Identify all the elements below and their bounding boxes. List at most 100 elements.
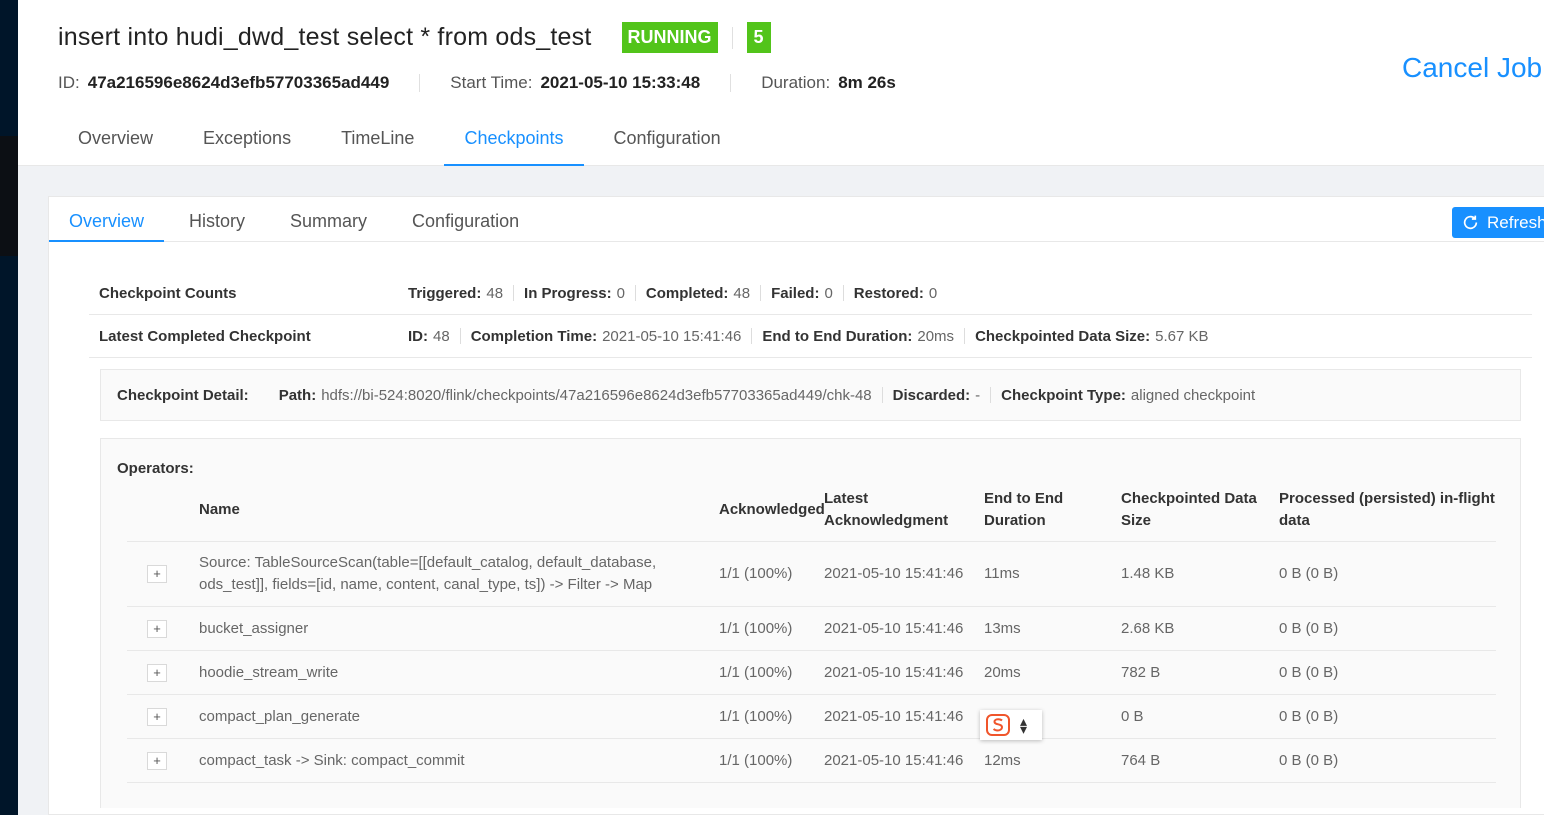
latest-checkpoint-row: Latest Completed Checkpoint ID: 48 Comple…	[89, 315, 1532, 358]
latest-checkpoint-label: Latest Completed Checkpoint	[99, 327, 311, 345]
operator-size: 764 B	[1121, 751, 1161, 769]
operator-latest-ack: 2021-05-10 15:41:46	[824, 619, 964, 637]
start-time: 2021-05-10 15:33:48	[540, 73, 701, 92]
kv-divider	[513, 285, 515, 301]
header-name: Name	[199, 501, 240, 518]
tab-timeline[interactable]: TimeLine	[321, 118, 434, 166]
left-sidebar	[0, 0, 18, 815]
path-label: Path:	[278, 386, 317, 404]
operators-table: Name Acknowledged Latest Acknowledgment …	[127, 479, 1496, 783]
operator-size: 2.68 KB	[1121, 619, 1175, 637]
job-tabs: Overview Exceptions TimeLine Checkpoints…	[58, 118, 751, 166]
kv-divider	[964, 328, 966, 344]
table-row: + Source: TableSourceScan(table=[[defaul…	[127, 542, 1496, 607]
operator-inflight: 0 B (0 B)	[1279, 663, 1339, 681]
job-header: insert into hudi_dwd_test select * from …	[18, 0, 1544, 166]
subtab-configuration[interactable]: Configuration	[392, 197, 539, 242]
expand-button[interactable]: +	[147, 707, 167, 726]
header-latest-ack: Latest Acknowledgment	[824, 490, 949, 529]
operator-inflight: 0 B (0 B)	[1279, 565, 1339, 582]
table-row: + compact_task -> Sink: compact_commit 1…	[127, 739, 1496, 783]
latest-id-label: ID:	[408, 327, 428, 345]
operator-size: 782 B	[1121, 663, 1161, 681]
latest-checkpoint-values: ID: 48 Completion Time: 2021-05-10 15:41:4…	[408, 328, 1208, 345]
operator-e2e: 13ms	[984, 619, 1021, 637]
job-title: insert into hudi_dwd_test select * from …	[58, 23, 592, 51]
completed-value: 48	[733, 284, 751, 302]
checkpoint-subtabs: Overview History Summary Configuration	[49, 197, 1544, 242]
kv-divider	[459, 328, 461, 344]
table-row: + bucket_assigner 1/1 (100%) 2021-05-10 …	[127, 607, 1496, 651]
table-row: + compact_plan_generate 1/1 (100%) 2021-…	[127, 695, 1496, 739]
table-row: + hoodie_stream_write 1/1 (100%) 2021-05…	[127, 651, 1496, 695]
header-inflight: Processed (persisted) in-flight data	[1279, 490, 1495, 529]
operator-ack: 1/1 (100%)	[719, 619, 793, 637]
operator-name: compact_task -> Sink: compact_commit	[199, 751, 465, 769]
discarded-value: -	[975, 386, 981, 404]
checkpoint-detail-label: Checkpoint Detail:	[117, 386, 249, 404]
start-time-label: Start Time:	[450, 73, 533, 92]
kv-divider	[751, 328, 753, 344]
job-meta: ID: 47a216596e8624d3efb57703365ad449 Sta…	[58, 73, 896, 93]
operator-ack: 1/1 (100%)	[719, 663, 793, 681]
restored-value: 0	[928, 284, 938, 302]
completion-time-label: Completion Time:	[470, 327, 598, 345]
operator-size: 1.48 KB	[1121, 565, 1175, 582]
operator-latest-ack: 2021-05-10 15:41:46	[824, 707, 964, 725]
header-size: Checkpointed Data Size	[1121, 490, 1257, 529]
tab-checkpoints[interactable]: Checkpoints	[444, 118, 584, 166]
triggered-value: 48	[486, 284, 504, 302]
triggered-label: Triggered:	[408, 284, 482, 302]
header-e2e: End to End Duration	[984, 490, 1064, 529]
table-header: Name Acknowledged Latest Acknowledgment …	[127, 479, 1496, 542]
data-size-label: Checkpointed Data Size:	[975, 327, 1151, 345]
ime-menu-icon[interactable]: ▴ ▾	[1020, 714, 1027, 736]
operator-latest-ack: 2021-05-10 15:41:46	[824, 663, 964, 681]
tab-configuration[interactable]: Configuration	[594, 118, 741, 166]
meta-divider	[419, 74, 421, 92]
operator-inflight: 0 B (0 B)	[1279, 751, 1339, 769]
checkpoint-type-value: aligned checkpoint	[1130, 386, 1256, 404]
kv-divider	[842, 285, 844, 301]
kv-divider	[990, 387, 992, 403]
duration: 8m 26s	[838, 73, 896, 92]
operator-latest-ack: 2021-05-10 15:41:46	[824, 751, 964, 769]
operator-latest-ack: 2021-05-10 15:41:46	[824, 565, 964, 582]
checkpoint-counts-row: Checkpoint Counts Triggered: 48 In Progre…	[89, 272, 1532, 315]
failed-label: Failed:	[771, 284, 820, 302]
kv-divider	[634, 285, 636, 301]
checkpoint-detail-box: Checkpoint Detail: Path: hdfs://bi-524:80…	[100, 369, 1521, 421]
refresh-button[interactable]: Refresh	[1452, 207, 1544, 238]
operator-e2e: 11ms	[984, 565, 1020, 582]
operator-inflight: 0 B (0 B)	[1279, 707, 1339, 725]
ime-toolbar[interactable]: ▴ ▾	[980, 710, 1042, 740]
operator-name: compact_plan_generate	[199, 707, 360, 725]
expand-button[interactable]: +	[147, 663, 167, 682]
meta-divider	[730, 74, 732, 92]
header-acknowledged: Acknowledged	[719, 501, 825, 518]
expand-button[interactable]: +	[147, 619, 167, 638]
cancel-job-link[interactable]: Cancel Job	[1402, 52, 1542, 84]
tab-overview[interactable]: Overview	[58, 118, 173, 166]
operator-name: hoodie_stream_write	[199, 663, 339, 681]
e2e-duration-value: 20ms	[917, 327, 955, 345]
expand-button[interactable]: +	[147, 565, 167, 583]
expand-button[interactable]: +	[147, 751, 167, 770]
checkpoint-type-label: Checkpoint Type:	[1001, 386, 1126, 404]
data-size-value: 5.67 KB	[1155, 327, 1209, 345]
operator-ack: 1/1 (100%)	[719, 707, 793, 725]
e2e-duration-label: End to End Duration:	[762, 327, 913, 345]
subtab-history[interactable]: History	[169, 197, 265, 242]
checkpoint-counts-values: Triggered: 48 In Progress: 0 Completed: 48 …	[408, 285, 937, 302]
refresh-icon	[1463, 215, 1478, 230]
discarded-label: Discarded:	[892, 386, 971, 404]
in-progress-value: 0	[616, 284, 625, 302]
tab-exceptions[interactable]: Exceptions	[183, 118, 311, 166]
subtab-overview[interactable]: Overview	[49, 197, 165, 242]
operator-ack: 1/1 (100%)	[719, 565, 793, 582]
operator-size: 0 B	[1121, 707, 1144, 725]
completion-time-value: 2021-05-10 15:41:46	[602, 327, 742, 345]
in-progress-label: In Progress:	[524, 284, 612, 302]
subtab-summary[interactable]: Summary	[270, 197, 387, 242]
operator-name: bucket_assigner	[199, 619, 309, 637]
